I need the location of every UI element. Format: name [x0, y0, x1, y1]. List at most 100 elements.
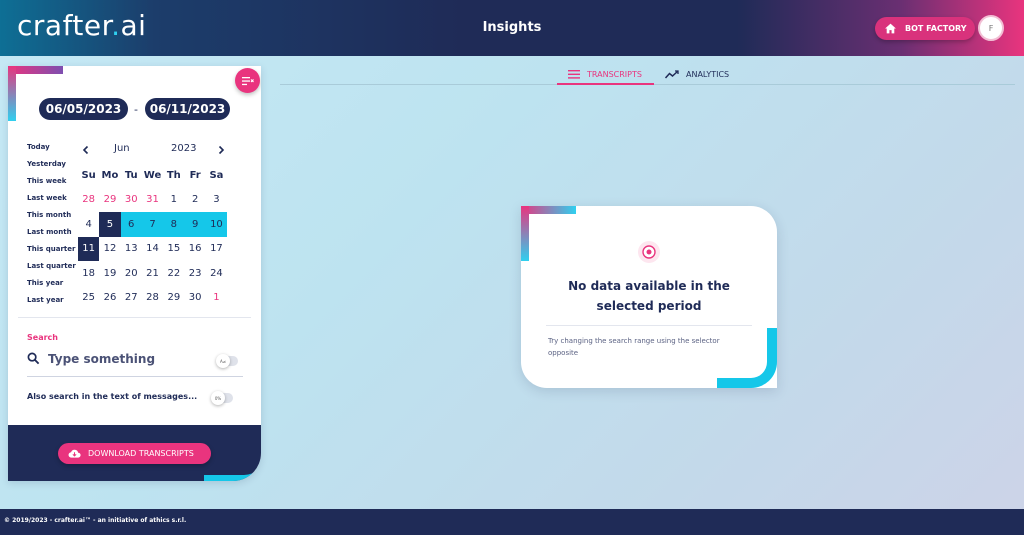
list-icon — [568, 69, 580, 79]
trending-icon — [665, 69, 679, 78]
tab-analytics[interactable]: ANALYTICS — [665, 63, 729, 85]
calendar-day[interactable]: 16 — [184, 237, 205, 262]
calendar-week-row: 18 19 20 21 22 23 24 — [78, 261, 227, 286]
calendar-day[interactable]: 18 — [78, 261, 99, 286]
calendar-day[interactable]: 13 — [121, 237, 142, 262]
calendar-day[interactable]: 22 — [163, 261, 184, 286]
calendar-day[interactable]: 30 — [121, 188, 142, 213]
calendar-grid: Su Mo Tu We Th Fr Sa 28 29 30 31 1 2 3 4 5 6 7 8 9 10… — [78, 163, 228, 311]
target-icon — [638, 241, 660, 263]
filter-list-icon — [241, 76, 254, 85]
top-bar: crafter.ai Insights BOT FACTORY F — [0, 0, 1024, 56]
calendar-day[interactable]: 14 — [142, 237, 163, 262]
filter-menu-button[interactable] — [235, 68, 260, 93]
panel-corner-accent-vertical — [8, 66, 16, 121]
user-avatar[interactable]: F — [978, 15, 1004, 41]
empty-state-card: No data available in the selected period… — [521, 206, 777, 388]
tab-active-indicator — [557, 83, 654, 85]
calendar-day[interactable]: 6 — [120, 212, 142, 237]
filter-panel: 06/05/2023 - 06/11/2023 Today Yesterday … — [8, 66, 261, 481]
weekday-label: Tu — [124, 169, 138, 181]
calendar-day[interactable]: 21 — [142, 261, 163, 286]
calendar-weekday-row: Su Mo Tu We Th Fr Sa — [78, 163, 227, 188]
calendar-year[interactable]: 2023 — [171, 143, 196, 154]
tab-analytics-label: ANALYTICS — [686, 69, 730, 79]
search-underline — [27, 376, 243, 377]
empty-state-divider — [546, 325, 752, 326]
weekday-label: Sa — [209, 169, 224, 181]
card-corner-accent-vertical — [521, 206, 529, 261]
calendar-day[interactable]: 9 — [184, 212, 206, 237]
weekday-label: Fr — [189, 169, 201, 181]
search-label: Search — [27, 333, 58, 342]
tab-transcripts[interactable]: TRANSCRIPTS — [568, 63, 642, 85]
calendar-day[interactable]: 5 — [99, 212, 121, 237]
calendar-week-row: 28 29 30 31 1 2 3 — [78, 188, 227, 213]
empty-state-title: No data available in the selected period — [521, 276, 777, 316]
download-transcripts-button[interactable]: DOWNLOAD TRANSCRIPTS — [58, 443, 211, 464]
chevron-left-icon[interactable] — [81, 145, 91, 155]
bot-factory-label: BOT FACTORY — [905, 24, 967, 33]
calendar-day[interactable]: 24 — [206, 261, 227, 286]
calendar-day[interactable]: 11 — [78, 236, 100, 261]
end-date-field[interactable]: 06/11/2023 — [145, 98, 230, 120]
panel-divider — [18, 317, 251, 318]
message-search-toggle[interactable]: 0% — [211, 391, 233, 405]
empty-state-subtitle: Try changing the search range using the … — [548, 337, 720, 357]
calendar-day[interactable]: 28 — [142, 286, 163, 311]
start-date-field[interactable]: 06/05/2023 — [39, 98, 128, 120]
calendar-day[interactable]: 25 — [78, 286, 99, 311]
case-sensitive-toggle-knob: A≠ — [216, 354, 230, 368]
chevron-right-icon[interactable] — [216, 145, 226, 155]
panel-corner-swoosh — [204, 425, 261, 481]
calendar-day[interactable]: 23 — [184, 261, 205, 286]
message-search-toggle-knob: 0% — [211, 391, 225, 405]
page-title: Insights — [482, 20, 542, 35]
search-icon — [27, 352, 40, 365]
calendar-week-row: 11 12 13 14 15 16 17 — [78, 236, 227, 262]
home-icon — [885, 23, 896, 34]
case-sensitive-toggle[interactable]: A≠ — [216, 354, 238, 368]
search-input[interactable] — [48, 350, 213, 368]
calendar-day[interactable]: 15 — [163, 237, 184, 262]
calendar-day[interactable]: 3 — [206, 188, 227, 213]
calendar-day[interactable]: 27 — [121, 286, 142, 311]
calendar-day[interactable]: 20 — [121, 261, 142, 286]
empty-state-title-line2: selected period — [596, 299, 702, 313]
page-footer: © 2019/2023 - crafter.ai™ - an initiativ… — [0, 509, 1024, 535]
weekday-label: Th — [166, 169, 181, 181]
calendar-day[interactable]: 30 — [184, 286, 205, 311]
panel-corner-accent — [8, 66, 63, 74]
download-transcripts-label: DOWNLOAD TRANSCRIPTS — [88, 449, 194, 458]
weekday-label: Mo — [101, 169, 119, 181]
calendar-week-row: 4 5 6 7 8 9 10 — [78, 212, 228, 237]
copyright-text: © 2019/2023 - crafter.ai™ - an initiativ… — [4, 517, 187, 524]
bot-factory-button[interactable]: BOT FACTORY — [875, 17, 975, 40]
empty-state-title-line1: No data available in the — [568, 279, 730, 293]
tab-transcripts-label: TRANSCRIPTS — [587, 69, 642, 79]
calendar-day[interactable]: 8 — [163, 212, 185, 237]
weekday-label: Su — [81, 169, 96, 181]
calendar-day[interactable]: 31 — [142, 188, 163, 213]
calendar-month[interactable]: Jun — [114, 143, 130, 154]
calendar-day[interactable]: 10 — [205, 212, 228, 237]
calendar-day[interactable]: 26 — [99, 286, 120, 311]
message-search-label: Also search in the text of messages... — [27, 392, 198, 401]
calendar-week-row: 25 26 27 28 29 30 1 — [78, 286, 227, 311]
calendar-days: 28 29 30 31 1 2 3 4 5 6 7 8 9 10 11 12 13 14 15 16 17 18 19 20 2… — [78, 188, 228, 311]
calendar-day[interactable]: 1 — [163, 188, 184, 213]
calendar-day[interactable]: 29 — [99, 188, 120, 213]
calendar-day[interactable]: 17 — [206, 237, 227, 262]
cloud-download-icon — [68, 449, 81, 458]
calendar-day[interactable]: 7 — [141, 212, 164, 237]
calendar-day[interactable]: 29 — [163, 286, 184, 311]
calendar-day[interactable]: 4 — [78, 212, 99, 237]
calendar-day[interactable]: 12 — [99, 237, 120, 262]
calendar-day[interactable]: 19 — [99, 261, 120, 286]
card-corner-accent — [521, 206, 576, 214]
calendar-day[interactable]: 1 — [206, 286, 227, 311]
calendar-day[interactable]: 2 — [184, 188, 205, 213]
calendar-day[interactable]: 28 — [78, 188, 99, 213]
date-separator: - — [134, 103, 138, 116]
preset-today[interactable]: Today — [27, 142, 87, 159]
